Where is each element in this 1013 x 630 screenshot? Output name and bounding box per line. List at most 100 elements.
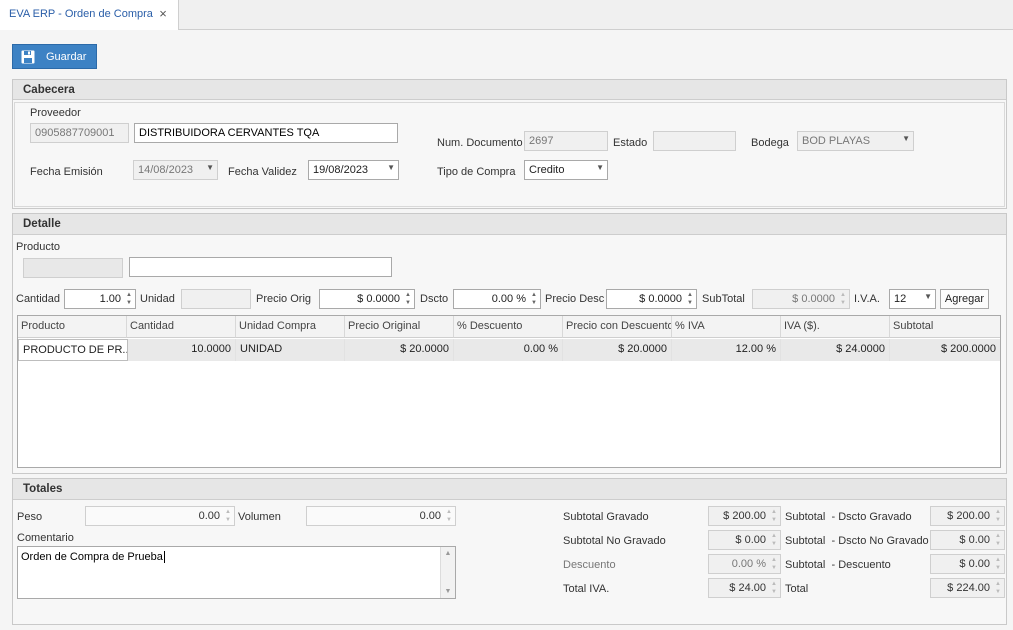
comentario-textarea[interactable]: Orden de Compra de Prueba ▲ ▼ xyxy=(17,546,456,599)
tab-orden-compra[interactable]: EVA ERP - Orden de Compra × xyxy=(0,0,179,30)
stepper-arrows-icon: ▲ ▼ xyxy=(771,509,777,523)
subtotal-descuento-value: $ 0.00 xyxy=(959,558,990,570)
save-button[interactable]: Guardar xyxy=(12,44,97,69)
close-icon[interactable]: × xyxy=(157,7,169,21)
grid-cell-cantidad[interactable]: 10.0000 xyxy=(128,339,236,361)
stepper-arrows-icon: ▲ ▼ xyxy=(771,557,777,571)
totales-header: Totales xyxy=(13,479,1006,500)
tipo-compra-select[interactable]: Credito ▼ xyxy=(524,160,608,180)
comentario-label: Comentario xyxy=(17,532,74,544)
num-documento-value: 2697 xyxy=(529,135,554,147)
grid-header-precio-original[interactable]: Precio Original xyxy=(345,316,454,338)
unidad-label: Unidad xyxy=(140,293,175,305)
chevron-down-icon[interactable]: ▼ xyxy=(596,163,604,172)
precio-desc-stepper[interactable]: $ 0.0000 ▲ ▼ xyxy=(606,289,697,309)
chevron-down-icon: ▼ xyxy=(902,134,910,143)
grid-header-precio-descuento[interactable]: Precio con Descuento xyxy=(563,316,672,338)
dscto-no-gravado-label: Subtotal - Dscto No Gravado xyxy=(785,535,929,547)
chevron-down-icon[interactable]: ▼ xyxy=(387,163,395,172)
stepper-arrows-icon: ▲ ▼ xyxy=(446,509,452,523)
subtotal-field: $ 0.0000 ▲ ▼ xyxy=(752,289,850,309)
stepper-arrows-icon[interactable]: ▲ ▼ xyxy=(403,291,413,307)
text-caret xyxy=(163,551,165,564)
cabecera-header: Cabecera xyxy=(13,80,1006,100)
peso-label: Peso xyxy=(17,511,43,523)
detalle-grid[interactable]: Producto Cantidad Unidad Compra Precio O… xyxy=(17,315,1001,468)
proveedor-name-value: DISTRIBUIDORA CERVANTES TQA xyxy=(139,127,320,139)
grid-cell-precio-descuento[interactable]: $ 20.0000 xyxy=(563,339,672,361)
total-value: $ 224.00 xyxy=(947,582,990,594)
iva-label: I.V.A. xyxy=(854,293,880,305)
dscto-label: Dscto xyxy=(420,293,449,305)
stepper-arrows-icon: ▲ ▼ xyxy=(840,292,846,306)
dscto-stepper[interactable]: 0.00 % ▲ ▼ xyxy=(453,289,541,309)
proveedor-name-field[interactable]: DISTRIBUIDORA CERVANTES TQA xyxy=(134,123,398,143)
stepper-arrows-icon: ▲ ▼ xyxy=(995,533,1001,547)
chevron-down-icon[interactable]: ▼ xyxy=(924,292,932,301)
stepper-arrows-icon: ▲ ▼ xyxy=(225,509,231,523)
tipo-compra-value: Credito xyxy=(529,164,565,176)
grid-header-unidad-compra[interactable]: Unidad Compra xyxy=(236,316,345,338)
save-button-label: Guardar xyxy=(46,51,87,63)
total-iva-label: Total IVA. xyxy=(563,583,610,595)
stepper-arrows-icon: ▲ ▼ xyxy=(995,581,1001,595)
subtotal-no-gravado-label: Subtotal No Gravado xyxy=(563,535,666,547)
stepper-arrows-icon[interactable]: ▲ ▼ xyxy=(685,291,695,307)
fecha-emision-label: Fecha Emisión xyxy=(30,166,103,178)
grid-cell-producto[interactable]: PRODUCTO DE PR... xyxy=(18,339,128,361)
cantidad-value: 1.00 xyxy=(99,293,121,305)
bodega-select: BOD PLAYAS ▼ xyxy=(797,131,914,151)
stepper-arrows-icon[interactable]: ▲ ▼ xyxy=(529,291,539,307)
producto-name-field[interactable] xyxy=(129,257,392,277)
stepper-arrows-icon[interactable]: ▲ ▼ xyxy=(124,291,134,307)
volumen-value: 0.00 xyxy=(419,510,441,522)
precio-desc-value: $ 0.0000 xyxy=(639,293,682,305)
estado-field xyxy=(653,131,736,151)
cabecera-body xyxy=(14,102,1005,207)
stepper-arrows-icon: ▲ ▼ xyxy=(995,557,1001,571)
peso-field: 0.00 ▲ ▼ xyxy=(85,506,235,526)
peso-value: 0.00 xyxy=(198,510,220,522)
subtotal-gravado-field: $ 200.00 ▲ ▼ xyxy=(708,506,781,526)
stepper-arrows-icon: ▲ ▼ xyxy=(995,509,1001,523)
agregar-button[interactable]: Agregar xyxy=(940,289,989,309)
proveedor-id-field: 0905887709001 xyxy=(30,123,129,143)
descuento-value: 0.00 % xyxy=(731,558,766,570)
dscto-gravado-label: Subtotal - Dscto Gravado xyxy=(785,511,912,523)
fecha-validez-picker[interactable]: 19/08/2023 ▼ xyxy=(308,160,399,180)
subtotal-no-gravado-value: $ 0.00 xyxy=(735,534,766,546)
grid-header-cantidad[interactable]: Cantidad xyxy=(127,316,236,338)
cantidad-label: Cantidad xyxy=(16,293,61,305)
grid-header-descuento[interactable]: % Descuento xyxy=(454,316,563,338)
precio-orig-stepper[interactable]: $ 0.0000 ▲ ▼ xyxy=(319,289,415,309)
grid-cell-descuento[interactable]: 0.00 % xyxy=(454,339,563,361)
comentario-value: Orden de Compra de Prueba xyxy=(21,551,163,563)
grid-header-iva-amount[interactable]: IVA ($). xyxy=(781,316,890,338)
tipo-compra-label: Tipo de Compra xyxy=(437,166,516,178)
total-iva-value: $ 24.00 xyxy=(729,582,766,594)
scroll-up-icon[interactable]: ▲ xyxy=(441,550,455,557)
num-documento-label: Num. Documento xyxy=(437,137,523,149)
stepper-arrows-icon: ▲ ▼ xyxy=(771,581,777,595)
grid-header-iva-pct[interactable]: % IVA xyxy=(672,316,781,338)
stepper-arrows-icon: ▲ ▼ xyxy=(771,533,777,547)
subtotal-label: SubTotal xyxy=(702,293,745,305)
grid-header-subtotal[interactable]: Subtotal xyxy=(890,316,1000,338)
estado-label: Estado xyxy=(613,137,648,149)
grid-cell-subtotal[interactable]: $ 200.0000 xyxy=(890,339,1000,361)
grid-cell-iva-amount[interactable]: $ 24.0000 xyxy=(781,339,890,361)
grid-cell-iva-pct[interactable]: 12.00 % xyxy=(672,339,781,361)
proveedor-id-value: 0905887709001 xyxy=(35,127,115,139)
iva-select[interactable]: 12 ▼ xyxy=(889,289,936,309)
grid-header-producto[interactable]: Producto xyxy=(18,316,127,338)
scroll-down-icon[interactable]: ▼ xyxy=(441,588,455,595)
fecha-validez-label: Fecha Validez xyxy=(228,166,297,178)
grid-cell-precio-original[interactable]: $ 20.0000 xyxy=(345,339,454,361)
comentario-scrollbar[interactable]: ▲ ▼ xyxy=(440,547,455,598)
grid-cell-unidad[interactable]: UNIDAD xyxy=(236,339,345,361)
cantidad-stepper[interactable]: 1.00 ▲ ▼ xyxy=(64,289,136,309)
iva-value: 12 xyxy=(894,293,907,305)
detalle-title: Detalle xyxy=(23,218,61,230)
cabecera-title: Cabecera xyxy=(23,84,75,96)
volumen-label: Volumen xyxy=(238,511,281,523)
